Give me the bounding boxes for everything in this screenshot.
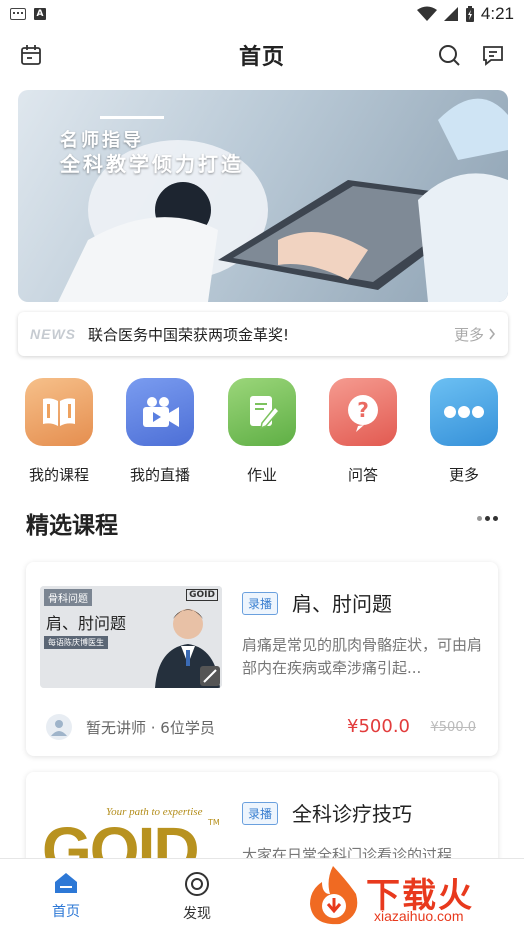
- section-more-icon[interactable]: [477, 516, 498, 521]
- quick-label: 更多: [448, 466, 479, 484]
- status-bar: A 4:21: [0, 0, 524, 28]
- recorded-badge: 录播: [242, 802, 279, 825]
- news-headline[interactable]: 联合医务中国荣获两项金革奖!: [88, 324, 454, 345]
- signal-icon: [443, 7, 458, 21]
- video-camera-icon: [126, 378, 194, 446]
- svg-text:?: ?: [357, 398, 369, 422]
- more-dots-icon: [430, 378, 498, 446]
- battery-icon: [465, 5, 474, 22]
- quick-nav: 我的课程 我的直播 作业 ? 问答 更多: [0, 378, 524, 488]
- question-icon: ?: [329, 378, 397, 446]
- news-more-link[interactable]: 更多: [454, 324, 496, 345]
- promo-banner[interactable]: 名师指导 全科教学倾力打造: [18, 90, 508, 302]
- quick-label: 问答: [347, 466, 378, 484]
- quick-label: 我的直播: [129, 466, 190, 484]
- search-icon[interactable]: [432, 38, 466, 72]
- flame-logo-icon: [310, 866, 358, 925]
- banner-decor-line: [100, 116, 164, 119]
- news-tag: NEWS: [30, 326, 76, 342]
- message-icon[interactable]: [476, 38, 510, 72]
- watermark-url: xiazaihuo.com: [374, 908, 464, 924]
- quick-my-courses[interactable]: 我的课程: [9, 378, 109, 485]
- wifi-icon: [416, 6, 437, 21]
- app-screen: A 4:21 首页 名师指导 全科教学倾力打造 NEWS 联合医务中国荣获两项金…: [0, 0, 524, 932]
- tab-discover[interactable]: 发现: [157, 871, 237, 923]
- tab-label: 发现: [183, 906, 211, 922]
- section-title: 精选课程: [26, 513, 118, 539]
- course-original-price: ¥500.0: [430, 720, 477, 735]
- notebook-pen-icon: [228, 378, 296, 446]
- book-icon: [25, 378, 93, 446]
- quick-label: 我的课程: [28, 466, 89, 484]
- thumb-sub: 每语陈庆博医生: [44, 636, 108, 649]
- chevron-right-icon: [489, 328, 496, 340]
- calendar-icon[interactable]: [14, 38, 48, 72]
- keyboard-icon: [10, 8, 26, 20]
- quick-label: 作业: [246, 466, 277, 484]
- quick-my-live[interactable]: 我的直播: [110, 378, 210, 485]
- course-thumbnail: 骨科问题 肩、肘问题 每语陈庆博医生 GOID: [40, 586, 222, 688]
- news-more-label: 更多: [453, 325, 484, 344]
- thumb-brand: GOID: [186, 589, 218, 601]
- tab-label: 首页: [52, 904, 80, 920]
- avatar-icon: [46, 714, 72, 740]
- teacher-label: 暂无讲师 · 6位学员: [86, 718, 215, 737]
- course-title: 全科诊疗技巧: [292, 802, 412, 826]
- quick-homework[interactable]: 作业: [212, 378, 312, 485]
- news-ticker[interactable]: NEWS 联合医务中国荣获两项金革奖! 更多: [18, 312, 508, 356]
- banner-illustration: [58, 98, 508, 302]
- watermark: 下载火 xiazaihuo.com: [304, 864, 516, 928]
- teacher-info: 暂无讲师 · 6位学员: [46, 714, 215, 740]
- banner-subheadline: 全科教学倾力打造: [60, 152, 244, 176]
- recorded-badge: 录播: [242, 592, 279, 615]
- quick-more[interactable]: 更多: [414, 378, 514, 485]
- thumb-title: 肩、肘问题: [46, 614, 127, 633]
- course-price: ¥500.0: [347, 716, 410, 737]
- accessibility-badge: A: [34, 8, 46, 20]
- course-description: 肩痛是常见的肌肉骨骼症状，可由肩部内在疾病或牵涉痛引起...: [242, 636, 482, 677]
- thumb-tm: TM: [208, 818, 220, 827]
- quick-qa[interactable]: ? 问答: [313, 378, 413, 485]
- course-card[interactable]: 骨科问题 肩、肘问题 每语陈庆博医生 GOID 录播 肩、肘问题 肩痛是常见的肌…: [26, 562, 498, 756]
- home-icon: [55, 873, 77, 893]
- tab-home[interactable]: 首页: [26, 871, 106, 921]
- discover-icon: [185, 872, 209, 896]
- course-title: 肩、肘问题: [292, 592, 392, 616]
- thumb-tag: 骨科问题: [44, 589, 92, 606]
- top-bar: 首页: [0, 28, 524, 82]
- clock: 4:21: [480, 4, 514, 23]
